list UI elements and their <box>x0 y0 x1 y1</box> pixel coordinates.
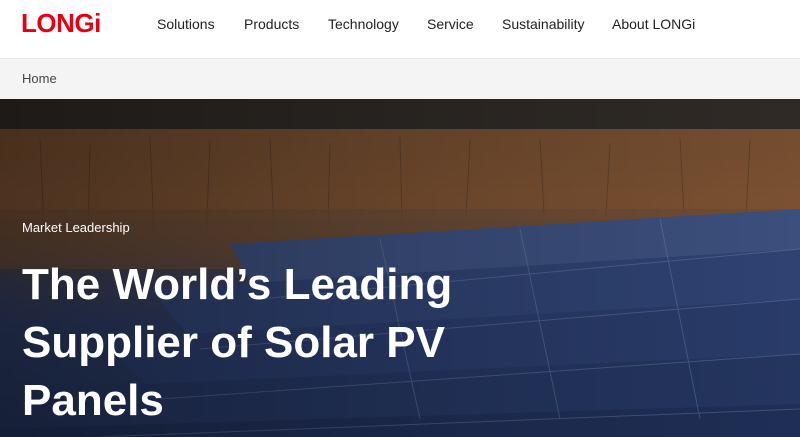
nav-item-service[interactable]: Service <box>427 15 474 33</box>
nav-item-about-longi[interactable]: About LONGi <box>612 15 695 33</box>
hero-headline: The World’s Leading Supplier of Solar PV… <box>22 260 453 425</box>
breadcrumb-home-link[interactable]: Home <box>22 71 57 86</box>
nav-item-technology[interactable]: Technology <box>328 15 399 33</box>
site-header: LONGi Solutions Products Technology Serv… <box>0 0 800 58</box>
nav-item-products[interactable]: Products <box>244 15 299 33</box>
hero-eyebrow: Market Leadership <box>22 220 130 235</box>
nav-item-solutions[interactable]: Solutions <box>157 15 215 33</box>
main-nav: Solutions Products Technology Service Su… <box>0 0 800 58</box>
nav-item-sustainability[interactable]: Sustainability <box>502 15 585 33</box>
breadcrumb: Home <box>0 58 800 99</box>
hero-banner: Market Leadership The World’s Leading Su… <box>0 99 800 437</box>
